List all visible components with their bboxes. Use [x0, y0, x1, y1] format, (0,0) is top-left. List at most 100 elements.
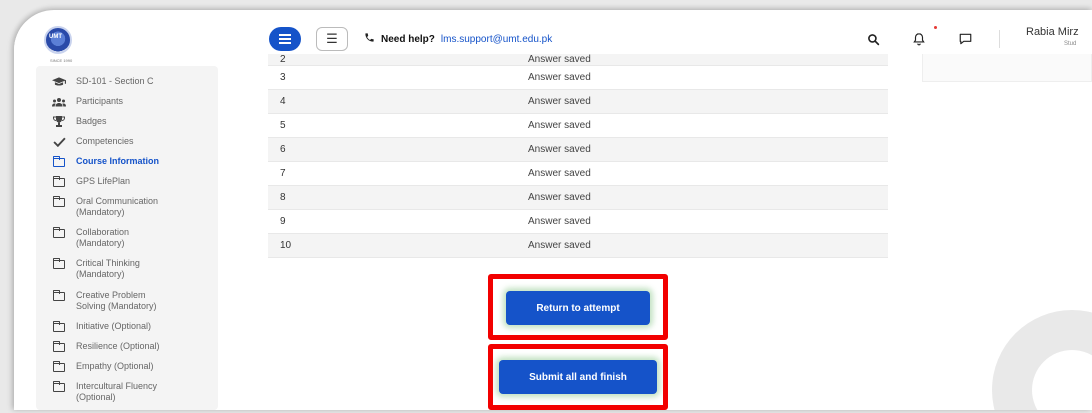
- table-row: 10 Answer saved: [268, 234, 888, 258]
- question-status: Answer saved: [528, 192, 591, 203]
- sidebar-item-label-wrap: Oral Communication (Mandatory): [76, 196, 158, 218]
- sidebar-item-label: Course Information: [76, 156, 160, 166]
- sidebar-item-empathy[interactable]: Empathy (Optional): [52, 360, 154, 372]
- sidebar-item-label: Competencies: [76, 136, 134, 146]
- sidebar-item-label: Collaboration: [76, 227, 130, 237]
- folder-icon: [52, 226, 66, 238]
- question-status: Answer saved: [528, 96, 591, 107]
- notification-bell-icon[interactable]: [910, 30, 928, 48]
- folder-icon: [52, 175, 66, 187]
- question-number: 3: [280, 72, 286, 83]
- sidebar-item-label: Intercultural Fluency: [76, 381, 158, 391]
- sidebar-item-oral-communication[interactable]: Oral Communication (Mandatory): [52, 195, 158, 218]
- table-row: 5 Answer saved: [268, 114, 888, 138]
- phone-icon: [364, 32, 375, 46]
- logo-text: UMT: [49, 34, 62, 40]
- table-row: 9 Answer saved: [268, 210, 888, 234]
- question-status: Answer saved: [528, 168, 591, 179]
- sidebar-item-sublabel: Solving (Mandatory): [76, 301, 157, 311]
- course-sidebar: SD-101 - Section C Participants Badges C…: [36, 66, 218, 410]
- question-number: 9: [280, 216, 286, 227]
- help-contact: Need help? lms.support@umt.edu.pk: [364, 32, 552, 46]
- sidebar-item-label-wrap: Creative Problem Solving (Mandatory): [76, 290, 157, 312]
- sidebar-item-label: Resilience (Optional): [76, 341, 160, 351]
- sidebar-item-sublabel: (Optional): [76, 392, 116, 402]
- navbar-icons: [864, 30, 974, 48]
- notification-indicator: [934, 26, 937, 29]
- sidebar-item-sublabel: (Mandatory): [76, 238, 125, 248]
- question-number: 5: [280, 120, 286, 131]
- page-frame: UMT SINCE 1990 ☰ Need help? lms.support@…: [14, 10, 1092, 410]
- sidebar-item-initiative[interactable]: Initiative (Optional): [52, 320, 152, 332]
- search-icon[interactable]: [864, 30, 882, 48]
- folder-icon: [52, 195, 66, 207]
- table-row: 2 Answer saved: [268, 54, 888, 66]
- sidebar-item-intercultural-fluency[interactable]: Intercultural Fluency (Optional): [52, 380, 157, 403]
- navbar-divider: [999, 30, 1000, 48]
- sidebar-item-label-wrap: Collaboration (Mandatory): [76, 227, 129, 249]
- attempt-summary-table: 2 Answer saved 3 Answer saved 4 Answer s…: [268, 54, 888, 258]
- folder-icon: [52, 360, 66, 372]
- sidebar-item-label: SD-101 - Section C: [76, 76, 154, 86]
- user-name[interactable]: Rabia Mirz: [1026, 26, 1079, 38]
- sidebar-item-resilience[interactable]: Resilience (Optional): [52, 340, 160, 352]
- sidebar-item-label: Oral Communication: [76, 196, 159, 206]
- submit-all-and-finish-button[interactable]: Submit all and finish: [499, 360, 657, 394]
- messages-icon[interactable]: [956, 30, 974, 48]
- sidebar-item-participants[interactable]: Participants: [52, 96, 123, 107]
- sidebar-item-gps-lifeplan[interactable]: GPS LifePlan: [52, 175, 131, 187]
- sidebar-item-label: Initiative (Optional): [76, 321, 152, 331]
- question-number: 7: [280, 168, 286, 179]
- logo-subtext: SINCE 1990: [50, 58, 73, 63]
- folder-icon: [52, 155, 66, 167]
- sidebar-item-label: Creative Problem: [76, 290, 146, 300]
- help-label: Need help?: [381, 33, 435, 45]
- sidebar-item-label-wrap: Critical Thinking (Mandatory): [76, 258, 140, 280]
- sidebar-item-badges[interactable]: Badges: [52, 116, 107, 127]
- sidebar-toggle-button[interactable]: [269, 27, 301, 51]
- graduation-cap-icon: [52, 76, 66, 87]
- folder-icon: [52, 340, 66, 352]
- users-icon: [52, 96, 66, 107]
- sidebar-item-label: GPS LifePlan: [76, 176, 131, 186]
- support-email-link[interactable]: lms.support@umt.edu.pk: [441, 34, 552, 45]
- question-number: 6: [280, 144, 286, 155]
- sidebar-item-creative-problem-solving[interactable]: Creative Problem Solving (Mandatory): [52, 289, 157, 312]
- list-icon: ☰: [326, 31, 338, 46]
- right-panel-block: [922, 54, 1092, 82]
- question-status: Answer saved: [528, 54, 591, 65]
- hamburger-icon: [279, 38, 291, 40]
- sidebar-item-critical-thinking[interactable]: Critical Thinking (Mandatory): [52, 257, 140, 280]
- table-row: 6 Answer saved: [268, 138, 888, 162]
- question-status: Answer saved: [528, 72, 591, 83]
- index-drawer-button[interactable]: ☰: [316, 27, 348, 51]
- question-status: Answer saved: [528, 120, 591, 131]
- sidebar-item-label: Empathy (Optional): [76, 361, 154, 371]
- sidebar-item-sublabel: (Mandatory): [76, 269, 125, 279]
- sidebar-item-competencies[interactable]: Competencies: [52, 136, 134, 147]
- question-status: Answer saved: [528, 144, 591, 155]
- checkmark-icon: [52, 136, 66, 147]
- question-number: 2: [280, 54, 286, 65]
- sidebar-item-label: Badges: [76, 116, 107, 126]
- table-row: 8 Answer saved: [268, 186, 888, 210]
- folder-icon: [52, 257, 66, 269]
- user-role: Stud: [1064, 41, 1077, 47]
- sidebar-item-label-wrap: Intercultural Fluency (Optional): [76, 381, 157, 403]
- sidebar-item-course[interactable]: SD-101 - Section C: [52, 76, 154, 87]
- university-logo[interactable]: [44, 26, 72, 54]
- question-number: 10: [280, 240, 292, 251]
- sidebar-item-collaboration[interactable]: Collaboration (Mandatory): [52, 226, 129, 249]
- sidebar-item-course-information[interactable]: Course Information: [52, 155, 160, 167]
- sidebar-item-sublabel: (Mandatory): [76, 207, 125, 217]
- question-number: 4: [280, 96, 286, 107]
- return-to-attempt-button[interactable]: Return to attempt: [506, 291, 650, 325]
- table-row: 7 Answer saved: [268, 162, 888, 186]
- folder-icon: [52, 380, 66, 392]
- sidebar-item-label: Participants: [76, 96, 124, 106]
- question-status: Answer saved: [528, 240, 591, 251]
- question-status: Answer saved: [528, 216, 591, 227]
- sidebar-item-label: Critical Thinking: [76, 258, 140, 268]
- trophy-icon: [52, 116, 66, 127]
- question-number: 8: [280, 192, 286, 203]
